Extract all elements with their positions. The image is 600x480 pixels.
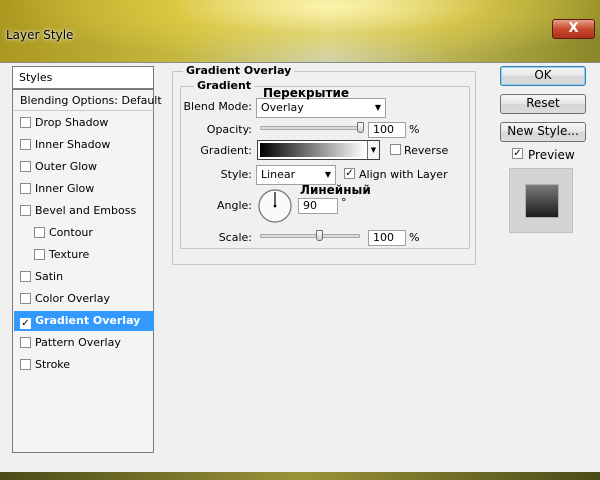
angle-dial-center [273,204,277,208]
style-item-checkbox[interactable] [20,117,31,128]
style-select[interactable]: Linear ▼ [256,165,336,185]
style-item-checkbox[interactable] [20,161,31,172]
style-item-checkbox[interactable] [20,271,31,282]
close-button[interactable]: X [552,19,595,39]
title-bar[interactable] [0,0,600,62]
style-item-checkbox[interactable] [20,293,31,304]
style-item-contour[interactable]: Contour [14,223,154,243]
angle-dial[interactable] [257,188,293,224]
new-style-button[interactable]: New Style... [500,122,586,142]
blend-mode-value: Overlay [261,101,304,114]
style-value: Linear [261,168,296,181]
opacity-label: Opacity: [206,123,252,136]
style-item-inner-shadow[interactable]: Inner Shadow [14,135,154,155]
blend-mode-select[interactable]: Overlay ▼ [256,98,386,118]
scale-unit: % [409,231,420,244]
style-item-checkbox[interactable] [34,227,45,238]
style-item-satin[interactable]: Satin [14,267,154,287]
style-item-label: Color Overlay [35,292,110,305]
styles-header-label: Styles [19,71,53,84]
style-item-label: Blending Options: Default [20,94,162,107]
gradient-preview-swatch [260,143,365,157]
style-item-checkbox[interactable]: ✓ [20,318,31,329]
style-item-label: Drop Shadow [35,116,109,129]
preview-swatch [526,185,558,217]
style-label: Style: [220,168,252,181]
opacity-input[interactable]: 100 [368,122,406,138]
angle-unit: ° [341,196,347,209]
opacity-slider-thumb[interactable] [357,122,364,133]
opacity-slider[interactable] [260,121,364,137]
style-item-label: Outer Glow [35,160,98,173]
gradient-dropdown-arrow[interactable]: ▼ [367,141,379,159]
gradient-group-title: Gradient [194,79,255,92]
style-item-bevel-and-emboss[interactable]: Bevel and Emboss [14,201,154,221]
style-item-label: Bevel and Emboss [35,204,137,217]
preview-thumbnail [509,168,573,233]
style-item-checkbox[interactable] [20,139,31,150]
angle-label: Angle: [216,199,252,212]
chevron-down-icon: ▼ [324,170,331,179]
style-item-blending-options-default[interactable]: Blending Options: Default [14,91,162,111]
style-item-gradient-overlay[interactable]: ✓ Gradient Overlay [14,311,154,331]
scale-label: Scale: [218,231,252,244]
scale-slider-track [260,234,360,238]
style-item-stroke[interactable]: Stroke [14,355,154,375]
style-item-color-overlay[interactable]: Color Overlay [14,289,154,309]
style-item-label: Texture [49,248,90,261]
scale-slider[interactable] [260,229,360,245]
annotation-style: Линейный [300,183,371,197]
preview-checkbox[interactable]: ✓ [512,148,523,159]
reverse-checkbox[interactable] [390,144,401,155]
style-item-label: Gradient Overlay [35,314,141,327]
style-item-checkbox[interactable] [20,359,31,370]
style-item-texture[interactable]: Texture [14,245,154,265]
opacity-slider-track [260,126,364,130]
gradient-picker[interactable]: ▼ [257,140,380,160]
style-item-label: Contour [49,226,93,239]
chevron-down-icon: ▼ [374,103,381,112]
scale-input[interactable]: 100 [368,230,406,246]
style-item-label: Inner Shadow [35,138,111,151]
blend-mode-label: Blend Mode: [183,100,253,113]
window-title: Layer Style [6,28,74,42]
style-item-checkbox[interactable] [34,249,45,260]
style-item-outer-glow[interactable]: Outer Glow [14,157,154,177]
style-item-label: Inner Glow [35,182,95,195]
close-icon: X [568,21,579,36]
gradient-label: Gradient: [200,144,252,157]
style-item-label: Pattern Overlay [35,336,121,349]
preview-label: Preview [528,148,575,162]
style-item-label: Satin [35,270,64,283]
ok-button[interactable]: OK [500,66,586,86]
reverse-label: Reverse [404,144,449,157]
scale-slider-thumb[interactable] [315,230,323,241]
style-item-pattern-overlay[interactable]: Pattern Overlay [14,333,154,353]
align-with-layer-checkbox[interactable]: ✓ [344,168,355,179]
reset-button[interactable]: Reset [500,94,586,114]
style-item-label: Stroke [35,358,71,371]
style-item-checkbox[interactable] [20,183,31,194]
window-bottom-edge [0,472,600,480]
chevron-down-icon: ▼ [370,146,377,154]
align-with-layer-label: Align with Layer [359,168,448,181]
styles-header[interactable]: Styles [12,66,154,89]
style-item-inner-glow[interactable]: Inner Glow [14,179,154,199]
style-item-drop-shadow[interactable]: Drop Shadow [14,113,154,133]
angle-input[interactable]: 90 [298,198,338,214]
section-title: Gradient Overlay [183,64,295,77]
style-item-checkbox[interactable] [20,205,31,216]
style-item-checkbox[interactable] [20,337,31,348]
opacity-unit: % [409,123,420,136]
annotation-blend-mode: Перекрытие [263,86,349,100]
styles-list: Blending Options: Default Drop Shadow Inne… [12,89,162,453]
